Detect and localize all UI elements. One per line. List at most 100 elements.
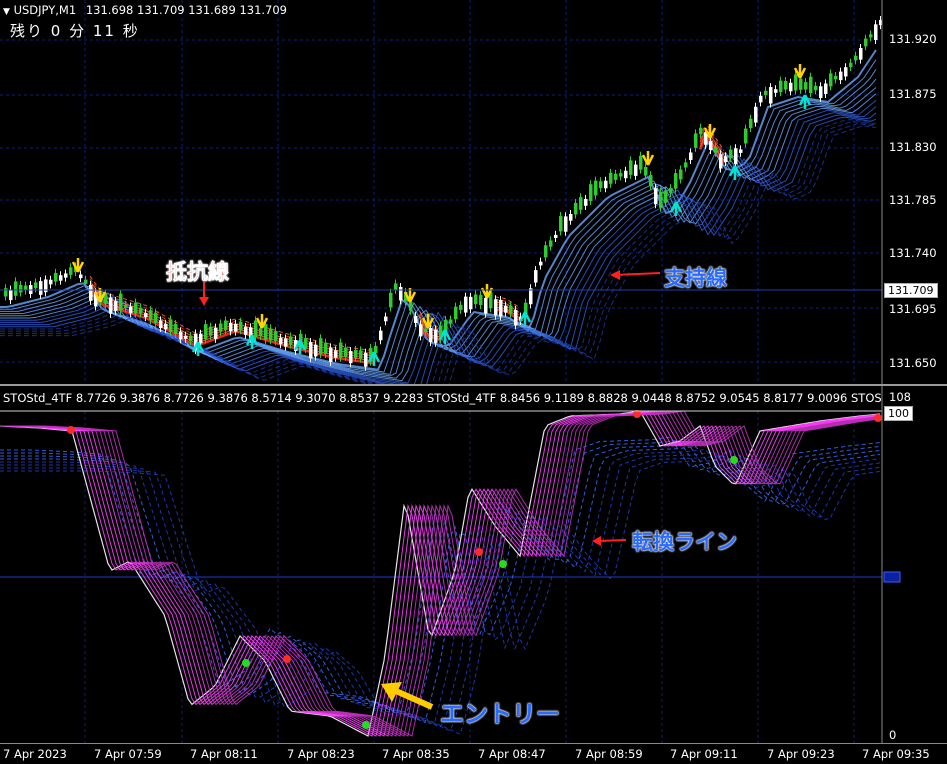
candle-body xyxy=(679,169,683,180)
candle-body xyxy=(724,156,728,163)
time-label: 7 Apr 08:23 xyxy=(287,747,355,761)
red-signal-dot xyxy=(67,426,75,434)
candle-body xyxy=(784,81,788,90)
entry-callout-arrow xyxy=(394,688,434,710)
red-signal-dot xyxy=(475,548,483,556)
indicator-panel[interactable]: STOStd_4TF 8.7726 9.3876 8.7726 9.3876 8… xyxy=(0,386,947,743)
candle-body xyxy=(564,216,568,232)
candle-body xyxy=(869,34,873,38)
turning-line-label: 転換ライン xyxy=(632,530,737,554)
candle-body xyxy=(859,48,863,60)
candle-body xyxy=(654,188,658,205)
candle-body xyxy=(149,310,153,320)
slow-stoch-line xyxy=(0,455,881,732)
candle-body xyxy=(279,337,283,345)
candle-body xyxy=(134,302,138,314)
red-signal-dot xyxy=(874,414,882,422)
candle-body xyxy=(809,76,813,94)
candle-body xyxy=(34,282,38,289)
time-axis: 7 Apr 2023 7 Apr 07:59 7 Apr 08:11 7 Apr… xyxy=(0,743,947,764)
indicator-canvas xyxy=(0,386,901,743)
fast-stoch-line xyxy=(0,410,881,737)
candle-body xyxy=(579,197,583,210)
slow-stoch-line xyxy=(0,440,881,717)
candle-body xyxy=(799,78,803,90)
price-label: 131.785 xyxy=(889,193,937,207)
candle-body xyxy=(749,118,753,129)
candle-body xyxy=(259,328,263,336)
candle-body xyxy=(284,338,288,347)
candle-body xyxy=(714,146,718,153)
entry-label: エントリー xyxy=(440,700,560,728)
candle-body xyxy=(264,324,268,340)
candle-body xyxy=(814,85,818,91)
main-chart-panel[interactable]: ▼ USDJPY,M1 131.698 131.709 131.689 131.… xyxy=(0,0,947,384)
green-signal-dot xyxy=(242,659,250,667)
candle-body xyxy=(864,38,868,47)
candle-body xyxy=(699,127,703,135)
candle-body xyxy=(549,240,553,247)
candle-body xyxy=(824,83,828,94)
candle-body xyxy=(209,326,213,336)
time-label: 7 Apr 08:11 xyxy=(190,747,258,761)
indicator-axis-100: 100 xyxy=(884,406,913,421)
candle-body xyxy=(389,292,393,308)
indicator-axis-top: 108 xyxy=(889,390,911,404)
candle-body xyxy=(594,180,598,196)
candle-body xyxy=(589,184,593,202)
candle-body xyxy=(629,160,633,175)
time-label: 7 Apr 08:35 xyxy=(382,747,450,761)
candle-body xyxy=(554,234,558,239)
candle-body xyxy=(274,331,278,342)
price-label: 131.740 xyxy=(889,246,937,260)
candle-body xyxy=(364,352,368,367)
time-label: 7 Apr 08:59 xyxy=(575,747,643,761)
candle-body xyxy=(634,164,638,176)
candle-body xyxy=(874,24,878,40)
candle-body xyxy=(464,296,468,313)
candle-body xyxy=(59,275,63,281)
candle-body xyxy=(854,55,858,61)
fast-stoch-line xyxy=(0,410,881,737)
candle-body xyxy=(324,342,328,354)
candle-body xyxy=(204,324,208,340)
ma-line xyxy=(0,112,877,384)
moving-average-bands xyxy=(0,49,877,384)
candle-body xyxy=(179,331,183,340)
candle-body xyxy=(359,350,363,359)
candle-body xyxy=(454,306,458,320)
candle-body xyxy=(214,327,218,339)
candle-body xyxy=(14,281,18,296)
candle-body xyxy=(599,181,603,189)
candle-body xyxy=(609,172,613,184)
candle-body xyxy=(224,320,228,331)
candle-body xyxy=(514,309,518,326)
candle-body xyxy=(639,155,643,170)
candle-body xyxy=(379,330,383,341)
candle-body xyxy=(414,315,418,323)
candle-body xyxy=(644,166,648,176)
price-label: 131.875 xyxy=(889,87,937,101)
ma-line xyxy=(0,59,877,373)
price-label: 131.650 xyxy=(889,356,937,370)
candle-body xyxy=(184,335,188,339)
candle-body xyxy=(479,295,483,305)
candle-body xyxy=(529,288,533,305)
candle-body xyxy=(804,82,808,90)
dropdown-triangle-icon[interactable]: ▼ xyxy=(3,7,10,17)
time-label: 7 Apr 09:35 xyxy=(862,747,930,761)
candle-body xyxy=(559,216,563,232)
candle-body xyxy=(239,321,243,331)
candle-body xyxy=(19,284,23,293)
candle-body xyxy=(269,328,273,341)
candle-body xyxy=(744,128,748,144)
candle-body xyxy=(189,335,193,341)
candle-body xyxy=(254,320,258,338)
fast-stoch-line xyxy=(0,410,881,737)
candle-body xyxy=(574,202,578,215)
candle-body xyxy=(734,148,738,165)
fast-stoch-line xyxy=(0,410,881,737)
candle-body xyxy=(424,328,428,333)
candle-body xyxy=(674,173,678,189)
candle-body xyxy=(659,191,663,208)
